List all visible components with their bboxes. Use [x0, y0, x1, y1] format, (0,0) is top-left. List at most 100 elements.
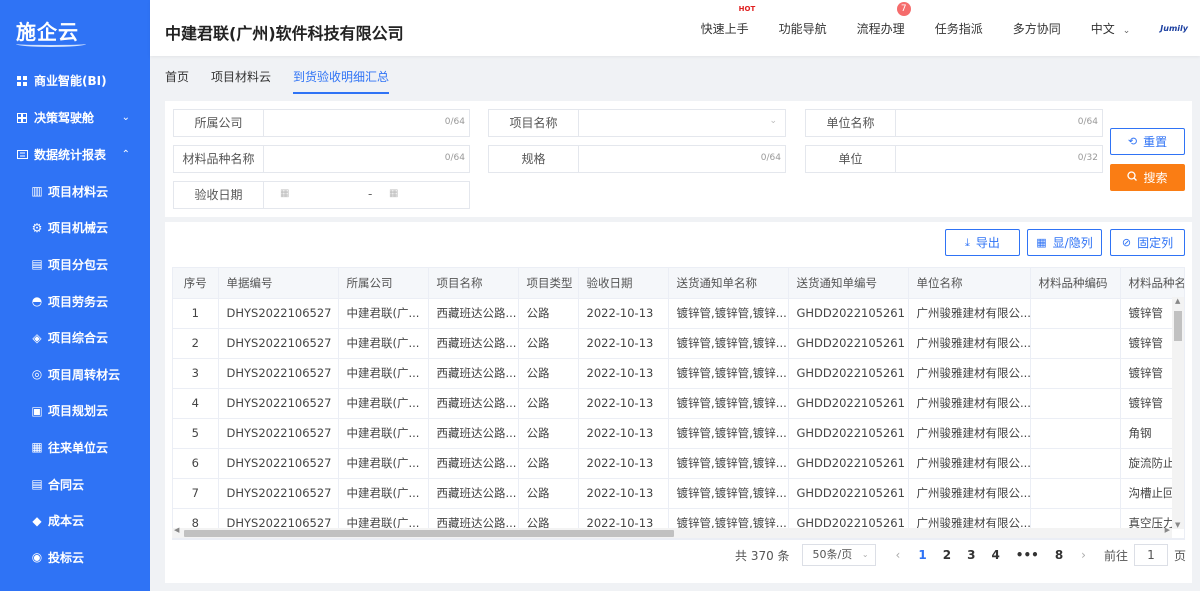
table-row[interactable]: 7 DHYS2022106527 中建君联(广... 西藏班达公路... 公路 2022-… — [173, 478, 1184, 509]
material-field[interactable]: 材料品种名称 0/64 — [173, 145, 470, 173]
sidebar-item-cockpit[interactable]: 决策驾驶舱 ⌄ — [0, 99, 150, 136]
page-number[interactable]: 4 — [991, 548, 999, 562]
acceptance-date-field[interactable]: 验收日期 ▦ - ▦ — [173, 181, 470, 209]
table-cell — [1030, 328, 1121, 359]
table-cell: GHDD2022105261 — [788, 328, 909, 359]
sidebar-subitem[interactable]: ◆ 成本云 — [0, 502, 150, 539]
sidebar-subitem[interactable]: ◉ 投标云 — [0, 539, 150, 576]
horizontal-scroll-thumb[interactable] — [184, 530, 674, 537]
process-link[interactable]: 流程办理 7 — [856, 1, 911, 37]
sidebar-subitem[interactable]: ◎ 项目周转材云 — [0, 356, 150, 393]
acceptance-date-label: 验收日期 — [174, 182, 264, 208]
unit-name-input[interactable]: 0/64 — [896, 110, 1102, 136]
company-input[interactable]: 0/64 — [264, 110, 469, 136]
sidebar-subitem[interactable]: ◈ 项目综合云 — [0, 319, 150, 356]
sidebar-subitem[interactable]: ▣ 项目规划云 — [0, 393, 150, 430]
column-header[interactable]: 材料品种编码 — [1030, 268, 1121, 299]
grid-icon — [16, 75, 28, 87]
unit-name-field[interactable]: 单位名称 0/64 — [805, 109, 1103, 137]
table-cell: DHYS2022106527 — [218, 478, 339, 509]
column-header[interactable]: 项目类型 — [518, 268, 579, 299]
table-row[interactable]: 6 DHYS2022106527 中建君联(广... 西藏班达公路... 公路 2022-… — [173, 448, 1184, 479]
horizontal-scrollbar[interactable]: ◀ ▶ — [172, 526, 1172, 538]
tab-home[interactable]: 首页 — [165, 62, 189, 94]
quick-start-link[interactable]: 快速上手 HOT — [701, 5, 756, 37]
sidebar-item-reports[interactable]: 数据统计报表 ⌃ — [0, 136, 150, 173]
table-cell: 西藏班达公路... — [428, 448, 519, 479]
table-cell: 中建君联(广... — [338, 358, 429, 389]
chevron-down-icon: ⌄ — [1122, 25, 1131, 36]
goto-page-input[interactable]: 1 — [1134, 544, 1168, 566]
prev-page-icon[interactable]: ‹ — [896, 548, 901, 562]
more-pages-icon[interactable]: ••• — [1016, 548, 1039, 562]
collab-link[interactable]: 多方协同 — [1013, 20, 1061, 37]
spec-input[interactable]: 0/64 — [579, 146, 785, 172]
table-row[interactable]: 3 DHYS2022106527 中建君联(广... 西藏班达公路... 公路 2022-… — [173, 358, 1184, 389]
char-count: 0/64 — [444, 117, 465, 127]
page-number[interactable]: 8 — [1055, 548, 1063, 562]
column-header[interactable]: 送货通知单编号 — [788, 268, 909, 299]
toggle-columns-button[interactable]: ▦ 显/隐列 — [1027, 229, 1102, 256]
measure-unit-input[interactable]: 0/32 — [896, 146, 1102, 172]
table-row[interactable]: 1 DHYS2022106527 中建君联(广... 西藏班达公路... 公路 2022-… — [173, 298, 1184, 329]
fix-columns-button[interactable]: ⊘ 固定列 — [1110, 229, 1185, 256]
search-button[interactable]: 搜索 — [1110, 164, 1185, 191]
sidebar-subitem[interactable]: ▦ 往来单位云 — [0, 429, 150, 466]
column-header[interactable]: 单据编号 — [218, 268, 339, 299]
page-number[interactable]: 3 — [967, 548, 975, 562]
sidebar-subitem[interactable]: ◓ 项目劳务云 — [0, 283, 150, 320]
table-row[interactable]: 2 DHYS2022106527 中建君联(广... 西藏班达公路... 公路 2022-… — [173, 328, 1184, 359]
spec-field[interactable]: 规格 0/64 — [488, 145, 786, 173]
language-select[interactable]: 中文 ⌄ — [1091, 20, 1131, 37]
scroll-right-icon: ▶ — [1164, 526, 1170, 534]
sidebar-subitem-label: 项目规划云 — [48, 404, 109, 419]
reset-button[interactable]: ⟲ 重置 — [1110, 128, 1185, 155]
sidebar-item-bi[interactable]: 商业智能(BI) — [0, 62, 150, 99]
column-header[interactable]: 单位名称 — [908, 268, 1031, 299]
export-label: 导出 — [975, 236, 1000, 250]
measure-unit-field[interactable]: 单位 0/32 — [805, 145, 1103, 173]
material-input[interactable]: 0/64 — [264, 146, 469, 172]
vertical-scrollbar[interactable]: ▲ ▼ — [1172, 297, 1184, 529]
tasks-link[interactable]: 任务指派 — [935, 20, 983, 37]
page-size-select[interactable]: 50条/页 ⌄ — [801, 544, 876, 566]
table-row[interactable]: 5 DHYS2022106527 中建君联(广... 西藏班达公路... 公路 2022-… — [173, 418, 1184, 449]
vertical-scroll-thumb[interactable] — [1174, 311, 1182, 341]
column-header[interactable]: 序号 — [173, 268, 219, 299]
table-row[interactable]: 4 DHYS2022106527 中建君联(广... 西藏班达公路... 公路 2022-… — [173, 388, 1184, 419]
column-header[interactable]: 项目名称 — [428, 268, 519, 299]
brand-logo[interactable]: Jumily — [1160, 24, 1188, 33]
date-range-picker[interactable]: ▦ - ▦ — [264, 182, 469, 208]
next-page-icon[interactable]: › — [1081, 548, 1086, 562]
column-header[interactable]: 送货通知单名称 — [668, 268, 789, 299]
project-select[interactable]: ⌄ — [579, 110, 785, 136]
tab-material-cloud[interactable]: 项目材料云 — [211, 62, 271, 94]
process-label: 流程办理 — [856, 21, 905, 36]
table-cell: 镀锌管,镀锌管,镀锌... — [668, 358, 789, 389]
page-number[interactable]: 2 — [943, 548, 951, 562]
unit-name-label: 单位名称 — [806, 110, 896, 136]
page-number[interactable]: 1 — [918, 548, 926, 562]
top-header: 中建君联(广州)软件科技有限公司 快速上手 HOT 功能导航 流程办理 7 任务… — [150, 0, 1200, 56]
export-button[interactable]: ⤓ 导出 — [945, 229, 1020, 256]
sidebar-subitem[interactable]: ▤ 项目分包云 — [0, 246, 150, 283]
project-field[interactable]: 项目名称 ⌄ — [488, 109, 786, 137]
report-icon — [16, 149, 28, 161]
column-header[interactable]: 所属公司 — [338, 268, 429, 299]
company-field[interactable]: 所属公司 0/64 — [173, 109, 470, 137]
sidebar-subitem[interactable]: ▤ 合同云 — [0, 466, 150, 503]
tab-arrival-summary[interactable]: 到货验收明细汇总 — [293, 62, 390, 94]
table-cell: DHYS2022106527 — [218, 388, 339, 419]
sidebar-subitem[interactable]: ▥ 项目材料云 — [0, 173, 150, 210]
contract-icon: ▤ — [31, 477, 43, 492]
language-label: 中文 — [1090, 21, 1115, 36]
app-logo[interactable]: 施企云 — [0, 0, 150, 62]
table-cell: 2022-10-13 — [578, 358, 669, 389]
table-cell: GHDD2022105261 — [788, 298, 909, 329]
table-cell: 2022-10-13 — [578, 478, 669, 509]
column-header[interactable]: 材料品种名称 — [1120, 268, 1184, 299]
function-nav-link[interactable]: 功能导航 — [779, 20, 827, 37]
sidebar-subitem-label: 项目分包云 — [48, 257, 109, 272]
sidebar-subitem[interactable]: ⚙ 项目机械云 — [0, 210, 150, 247]
column-header[interactable]: 验收日期 — [578, 268, 669, 299]
